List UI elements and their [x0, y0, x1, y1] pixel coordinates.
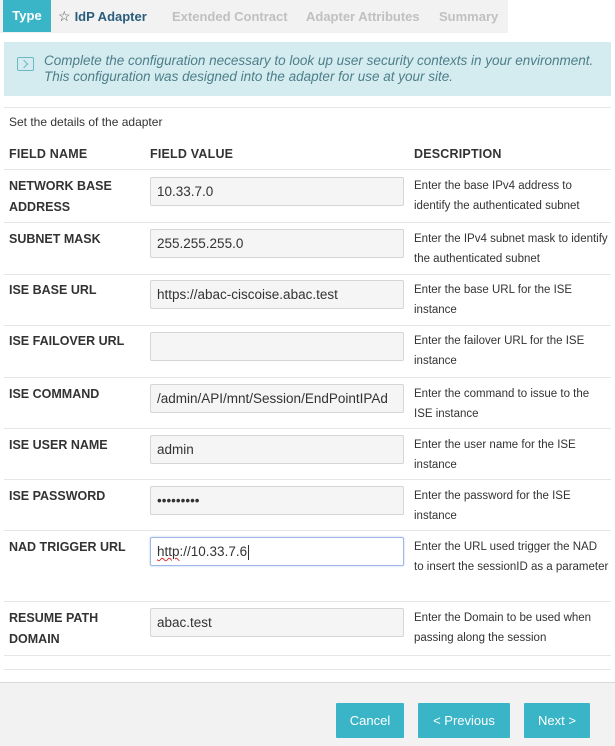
info-arrow-icon: [17, 57, 34, 71]
cancel-button[interactable]: Cancel: [336, 703, 404, 738]
row-divider: [4, 169, 611, 170]
field-name-ise-command: ISE COMMAND: [9, 387, 100, 401]
network-base-address-input[interactable]: 10.33.7.0: [150, 177, 404, 206]
info-banner-text: Complete the configuration necessary to …: [44, 53, 594, 84]
nad-trigger-url-rest: ://10.33.7.6: [179, 544, 248, 559]
tab-idp-adapter[interactable]: ☆ IdP Adapter: [58, 0, 147, 33]
field-desc-nad-trigger-url: Enter the URL used trigger the NAD to in…: [414, 541, 609, 573]
resume-path-domain-input[interactable]: abac.test: [150, 608, 404, 637]
ise-password-input[interactable]: •••••••••: [150, 486, 404, 515]
row-divider: [4, 222, 611, 223]
row-divider: [4, 325, 611, 326]
divider: [4, 669, 611, 670]
field-desc-resume-path-domain: Enter the Domain to be used when passing…: [414, 612, 592, 644]
ise-failover-url-input[interactable]: [150, 332, 404, 361]
ise-base-url-input[interactable]: https://abac-ciscoise.abac.test: [150, 280, 404, 309]
field-name-ise-base-url: ISE BASE URL: [9, 283, 97, 297]
previous-button[interactable]: < Previous: [418, 703, 510, 738]
tab-extended-contract[interactable]: Extended Contract: [172, 0, 288, 33]
field-desc-ise-failover-url: Enter the failover URL for the ISE insta…: [414, 335, 585, 367]
row-divider: [4, 479, 611, 480]
field-desc-ise-user-name: Enter the user name for the ISE instance: [414, 439, 576, 471]
field-desc-subnet-mask: Enter the IPv4 subnet mask to identify t…: [414, 233, 608, 265]
field-name-nad-trigger-url: NAD TRIGGER URL: [9, 540, 126, 554]
field-name-ise-password: ISE PASSWORD: [9, 489, 106, 503]
wizard-tab-bar: Type ☆ IdP Adapter Extended Contract Adap…: [0, 0, 615, 33]
text-caret: [248, 544, 250, 560]
tab-type[interactable]: Type: [3, 0, 51, 32]
field-name-network-base-address: NETWORK BASE ADDRESS: [9, 179, 112, 214]
row-divider: [4, 428, 611, 429]
header-field-name: FIELD NAME: [9, 147, 88, 161]
tab-adapter-attributes[interactable]: Adapter Attributes: [306, 0, 420, 33]
ise-user-name-input[interactable]: admin: [150, 435, 404, 464]
section-subtitle: Set the details of the adapter: [9, 115, 163, 129]
info-banner: Complete the configuration necessary to …: [4, 42, 611, 96]
field-name-ise-user-name: ISE USER NAME: [9, 438, 108, 452]
row-divider: [4, 274, 611, 275]
tab-summary[interactable]: Summary: [439, 0, 498, 33]
header-field-value: FIELD VALUE: [150, 147, 234, 161]
row-divider: [4, 601, 611, 602]
ise-command-input[interactable]: /admin/API/mnt/Session/EndPointIPAd: [150, 384, 404, 413]
wizard-footer: Cancel < Previous Next >: [0, 682, 615, 746]
field-name-resume-path-domain: RESUME PATH DOMAIN: [9, 611, 99, 646]
divider: [4, 107, 611, 108]
field-desc-ise-command: Enter the command to issue to the ISE in…: [414, 388, 590, 420]
field-desc-ise-base-url: Enter the base URL for the ISE instance: [414, 284, 573, 316]
row-divider: [4, 377, 611, 378]
nad-trigger-url-input[interactable]: http://10.33.7.6: [150, 537, 404, 566]
tab-idp-adapter-label: IdP Adapter: [74, 9, 147, 24]
header-description: DESCRIPTION: [414, 147, 502, 161]
nad-trigger-url-prefix: http: [157, 544, 180, 559]
row-divider: [4, 530, 611, 531]
row-divider: [4, 655, 611, 656]
field-desc-ise-password: Enter the password for the ISE instance: [414, 490, 571, 522]
field-desc-network-base-address: Enter the base IPv4 address to identify …: [414, 180, 580, 212]
subnet-mask-input[interactable]: 255.255.255.0: [150, 229, 404, 258]
star-icon: ☆: [58, 8, 71, 24]
field-name-ise-failover-url: ISE FAILOVER URL: [9, 334, 125, 348]
field-name-subnet-mask: SUBNET MASK: [9, 232, 101, 246]
next-button[interactable]: Next >: [524, 703, 590, 738]
